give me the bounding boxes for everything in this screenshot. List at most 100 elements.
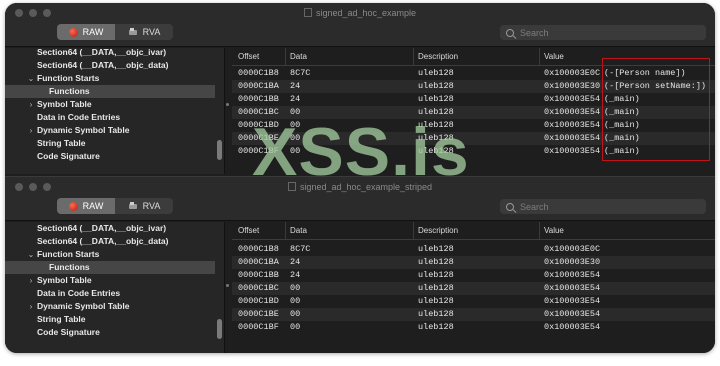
table-row[interactable]: 0000C1BB 24 uleb128 0x100003E54	[232, 269, 715, 282]
raw-mode-button[interactable]: RAW	[57, 198, 115, 214]
chevron-right-icon[interactable]: ›	[27, 300, 35, 313]
search-placeholder: Search	[520, 201, 549, 212]
sidebar-item-label: Symbol Table	[37, 275, 92, 285]
sidebar-scrollbar[interactable]	[217, 140, 222, 160]
column-header-offset[interactable]: Offset	[238, 52, 259, 61]
column-header-data[interactable]: Data	[290, 226, 307, 235]
sidebar-item-function-starts[interactable]: ⌄ Function Starts	[5, 248, 215, 261]
table-row[interactable]: 0000C1BC 00 uleb128 0x100003E54 (_main)	[232, 106, 715, 119]
sidebar-item-data-in-code-entries[interactable]: Data in Code Entries	[5, 287, 215, 300]
description-cell: uleb128	[418, 146, 454, 156]
titlebar: signed_ad_hoc_example_striped RAW RVA Se…	[5, 177, 715, 221]
offset-cell: 0000C1BD	[238, 296, 279, 306]
column-header-data[interactable]: Data	[290, 52, 307, 61]
sidebar-item-symbol-table[interactable]: › Symbol Table	[5, 98, 215, 111]
table-row[interactable]: 0000C1BB 24 uleb128 0x100003E54 (_main)	[232, 93, 715, 106]
raw-rva-toggle: RAW RVA	[57, 198, 173, 214]
sidebar-item-dynamic-symbol-table[interactable]: › Dynamic Symbol Table	[5, 124, 215, 137]
column-header-offset[interactable]: Offset	[238, 226, 259, 235]
chevron-right-icon[interactable]: ›	[27, 274, 35, 287]
search-input[interactable]: Search	[500, 25, 706, 40]
column-divider[interactable]	[413, 222, 414, 240]
offset-cell: 0000C1BF	[238, 146, 279, 156]
splitter-handle[interactable]	[226, 284, 229, 287]
sidebar-item-function-starts[interactable]: ⌄ Function Starts	[5, 72, 215, 85]
table-row[interactable]: 0000C1BF 00 uleb128 0x100003E54	[232, 321, 715, 334]
offset-cell: 0000C1BD	[238, 120, 279, 130]
sidebar-scrollbar[interactable]	[217, 319, 222, 339]
sidebar-item-string-table[interactable]: String Table	[5, 313, 215, 326]
sidebar-item-section64-data-objc-ivar[interactable]: Section64 (__DATA,__objc_ivar)	[5, 46, 215, 59]
sidebar-item-string-table[interactable]: String Table	[5, 137, 215, 150]
sidebar-item-data-in-code-entries[interactable]: Data in Code Entries	[5, 111, 215, 124]
raw-mode-label: RAW	[82, 27, 104, 37]
column-header-value[interactable]: Value	[544, 226, 564, 235]
sidebar-item-code-signature[interactable]: Code Signature	[5, 150, 215, 163]
table-row[interactable]: 0000C1B8 8C7C uleb128 0x100003E0C	[232, 243, 715, 256]
value-cell: 0x100003E54	[544, 94, 601, 104]
window-striped: signed_ad_hoc_example_striped RAW RVA Se…	[5, 176, 715, 353]
titlebar: signed_ad_hoc_example RAW RVA Search	[5, 3, 715, 47]
table-row[interactable]: 0000C1BC 00 uleb128 0x100003E54	[232, 282, 715, 295]
sidebar-item-label: String Table	[37, 138, 86, 148]
chevron-down-icon[interactable]: ⌄	[27, 72, 35, 85]
column-divider[interactable]	[539, 48, 540, 66]
chevron-down-icon[interactable]: ⌄	[27, 248, 35, 261]
value-cell: 0x100003E54	[544, 270, 601, 280]
sidebar-item-dynamic-symbol-table[interactable]: › Dynamic Symbol Table	[5, 300, 215, 313]
table-row[interactable]: 0000C1BD 00 uleb128 0x100003E54	[232, 295, 715, 308]
search-icon	[506, 202, 514, 211]
sidebar-item-symbol-table[interactable]: › Symbol Table	[5, 274, 215, 287]
data-cell: 8C7C	[290, 244, 311, 254]
raw-mode-button[interactable]: RAW	[57, 24, 115, 40]
value-cell: 0x100003E54	[544, 120, 601, 130]
sidebar-item-label: Section64 (__DATA,__objc_data)	[37, 60, 169, 70]
column-divider[interactable]	[413, 48, 414, 66]
table-row[interactable]: 0000C1BD 00 uleb128 0x100003E54 (_main)	[232, 119, 715, 132]
sidebar-item-label: Functions	[49, 262, 90, 272]
window-title-text: signed_ad_hoc_example_striped	[299, 182, 433, 192]
value-cell: 0x100003E54	[544, 296, 601, 306]
window-title: signed_ad_hoc_example	[5, 8, 715, 18]
data-cell: 24	[290, 94, 301, 104]
description-cell: uleb128	[418, 68, 454, 78]
sidebar-item-section64-data-objc-ivar[interactable]: Section64 (__DATA,__objc_ivar)	[5, 222, 215, 235]
column-header-value[interactable]: Value	[544, 52, 564, 61]
description-cell: uleb128	[418, 107, 454, 117]
column-divider[interactable]	[285, 222, 286, 240]
column-divider[interactable]	[539, 222, 540, 240]
data-cell: 00	[290, 133, 301, 143]
search-input[interactable]: Search	[500, 199, 706, 214]
rva-mode-button[interactable]: RVA	[115, 24, 173, 40]
offset-cell: 0000C1BE	[238, 133, 279, 143]
symbol-name-cell: (_main)	[604, 120, 640, 130]
column-header-description[interactable]: Description	[418, 52, 458, 61]
table-header: Offset Data Description Value	[232, 222, 715, 240]
table-row[interactable]: 0000C1BA 24 uleb128 0x100003E30 (-[Person se…	[232, 80, 715, 93]
sidebar-item-code-signature[interactable]: Code Signature	[5, 326, 215, 339]
sidebar-item-section64-data-objc-data[interactable]: Section64 (__DATA,__objc_data)	[5, 59, 215, 72]
table-row[interactable]: 0000C1BE 00 uleb128 0x100003E54 (_main)	[232, 132, 715, 145]
table-row[interactable]: 0000C1BA 24 uleb128 0x100003E30	[232, 256, 715, 269]
sidebar-item-functions[interactable]: Functions	[5, 85, 215, 98]
column-divider[interactable]	[285, 48, 286, 66]
search-icon	[506, 28, 514, 37]
table-row[interactable]: 0000C1BE 00 uleb128 0x100003E54	[232, 308, 715, 321]
table-row[interactable]: 0000C1BF 00 uleb128 0x100003E54 (_main)	[232, 145, 715, 158]
sidebar-item-functions[interactable]: Functions	[5, 261, 215, 274]
value-cell: 0x100003E54	[544, 309, 601, 319]
window-body: Section64 (__DATA,__objc_ivar) Section64 …	[5, 222, 715, 353]
value-cell: 0x100003E54	[544, 146, 601, 156]
table-row[interactable]: 0000C1B8 8C7C uleb128 0x100003E0C (-[Person …	[232, 67, 715, 80]
splitter-handle[interactable]	[226, 103, 229, 106]
sidebar-item-section64-data-objc-data[interactable]: Section64 (__DATA,__objc_data)	[5, 235, 215, 248]
column-header-description[interactable]: Description	[418, 226, 458, 235]
value-cell: 0x100003E54	[544, 133, 601, 143]
chevron-right-icon[interactable]: ›	[27, 98, 35, 111]
description-cell: uleb128	[418, 120, 454, 130]
offset-cell: 0000C1BA	[238, 81, 279, 91]
chevron-right-icon[interactable]: ›	[27, 124, 35, 137]
value-cell: 0x100003E0C	[544, 244, 601, 254]
window-title: signed_ad_hoc_example_striped	[5, 182, 715, 192]
rva-mode-button[interactable]: RVA	[115, 198, 173, 214]
